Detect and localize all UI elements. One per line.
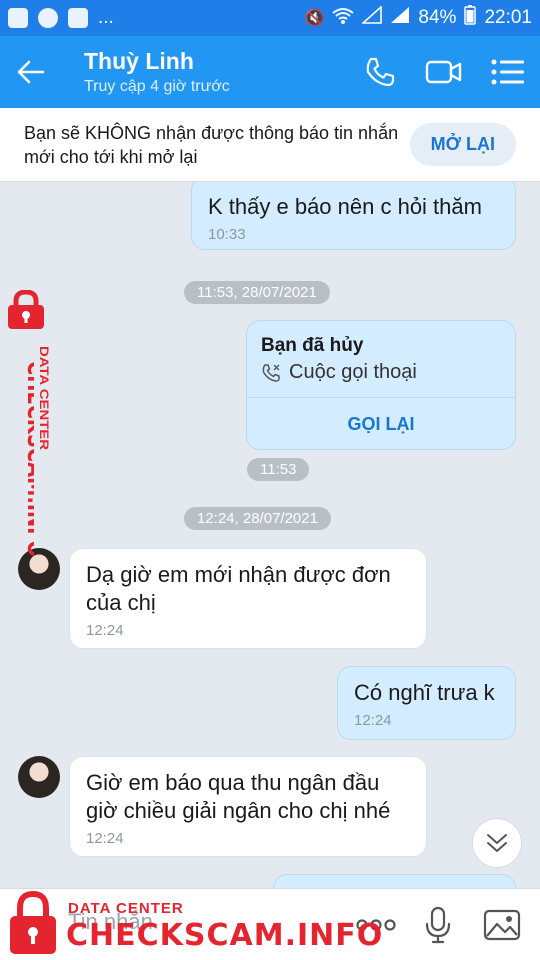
image-icon bbox=[483, 909, 521, 941]
watermark-bottom-small: DATA CENTER bbox=[68, 900, 184, 917]
message-time-pill: 11:53 bbox=[247, 458, 310, 481]
muted-notice-text: Bạn sẽ KHÔNG nhận được thông báo tin nhắ… bbox=[24, 122, 399, 167]
signal-icon-2 bbox=[390, 6, 410, 30]
status-bar: ... 🔇 84% 22:01 bbox=[0, 0, 540, 36]
message-time: 12:24 bbox=[86, 830, 124, 847]
watermark-small-text: DATA CENTER bbox=[37, 346, 51, 450]
watermark-bottom-big: CHECKSCAM.INFO bbox=[66, 918, 384, 953]
clock: 22:01 bbox=[484, 7, 532, 28]
video-call-button[interactable] bbox=[412, 36, 476, 108]
date-separator: 11:53, 28/07/2021 bbox=[184, 281, 330, 304]
message-time: 12:24 bbox=[86, 622, 124, 639]
list-menu-icon bbox=[491, 59, 524, 85]
lock-icon bbox=[10, 890, 56, 954]
battery-icon bbox=[464, 5, 477, 31]
muted-notice: Bạn sẽ KHÔNG nhận được thông báo tin nhắ… bbox=[0, 108, 540, 182]
message-text: Có nghĩ trưa k bbox=[354, 680, 495, 705]
call-card: Bạn đã hủy Cuộc gọi thoại GỌI LẠI bbox=[246, 320, 516, 450]
message-text: K thấy e báo nên c hỏi thăm bbox=[208, 194, 482, 219]
message-time: 12:24 bbox=[354, 712, 392, 729]
last-seen: Truy cập 4 giờ trước bbox=[84, 78, 230, 95]
missed-call-icon bbox=[262, 363, 280, 382]
notification-icons: ... bbox=[8, 7, 305, 29]
send-image-button[interactable] bbox=[478, 901, 526, 949]
mute-icon: 🔇 bbox=[304, 10, 325, 27]
contact-name: Thuỳ Linh bbox=[84, 48, 194, 74]
message-text: Dạ giờ em mới nhận được đơn của chị bbox=[86, 562, 391, 615]
lock-icon bbox=[8, 290, 44, 329]
facebook-icon bbox=[68, 8, 88, 28]
message-bubble-incoming[interactable]: Dạ giờ em mới nhận được đơn của chị 12:2… bbox=[69, 548, 427, 649]
menu-button[interactable] bbox=[476, 36, 540, 108]
photo-notification-icon bbox=[8, 8, 28, 28]
message-time: 10:33 bbox=[208, 226, 246, 243]
voice-call-button[interactable] bbox=[348, 36, 412, 108]
call-type: Cuộc gọi thoại bbox=[289, 361, 417, 383]
svg-text:CHECKSCAM.INFO: CHECKSCAM.INFO bbox=[22, 361, 34, 557]
battery-percent: 84% bbox=[418, 7, 457, 28]
message-bubble-incoming[interactable]: Giờ em báo qua thu ngân đầu giờ chiều gi… bbox=[69, 756, 427, 857]
watermark-side: CHECKSCAM.INFO DATA CENTER bbox=[4, 288, 62, 558]
microphone-icon bbox=[425, 906, 451, 944]
watermark-bottom: DATA CENTER CHECKSCAM.INFO bbox=[0, 888, 382, 960]
arrow-left-icon bbox=[17, 60, 45, 84]
signal-icon bbox=[361, 5, 383, 30]
video-camera-icon bbox=[425, 60, 462, 84]
message-text: Giờ em báo qua thu ngân đầu giờ chiều gi… bbox=[86, 770, 391, 823]
contact-info[interactable]: Thuỳ Linh Truy cập 4 giờ trước bbox=[62, 48, 348, 96]
message-bubble-outgoing[interactable]: Có nghĩ trưa k 12:24 bbox=[337, 666, 516, 740]
call-again-button[interactable]: GỌI LẠI bbox=[247, 398, 515, 449]
messenger-icon bbox=[38, 8, 58, 28]
phone-icon bbox=[366, 57, 395, 87]
date-separator: 12:24, 28/07/2021 bbox=[184, 507, 331, 530]
scroll-to-bottom-button[interactable] bbox=[472, 818, 522, 868]
unmute-button[interactable]: MỞ LẠI bbox=[409, 123, 516, 166]
call-status: Bạn đã hủy bbox=[261, 335, 364, 356]
chat-header: Thuỳ Linh Truy cập 4 giờ trước bbox=[0, 36, 540, 108]
wifi-icon bbox=[332, 7, 355, 30]
back-button[interactable] bbox=[0, 36, 62, 108]
message-bubble-outgoing[interactable]: K thấy e báo nên c hỏi thăm 10:33 bbox=[191, 182, 516, 250]
message-list[interactable]: K thấy e báo nên c hỏi thăm 10:33 11:53,… bbox=[0, 182, 540, 888]
message-bubble-outgoing-partial[interactable] bbox=[273, 874, 516, 888]
voice-message-button[interactable] bbox=[414, 901, 462, 949]
more-notifications: ... bbox=[98, 7, 114, 28]
svg-text:DATA CENTER: DATA CENTER bbox=[37, 346, 51, 450]
watermark-main-text: CHECKSCAM.INFO bbox=[22, 361, 34, 557]
avatar[interactable] bbox=[18, 756, 60, 798]
double-chevron-down-icon bbox=[487, 834, 507, 852]
